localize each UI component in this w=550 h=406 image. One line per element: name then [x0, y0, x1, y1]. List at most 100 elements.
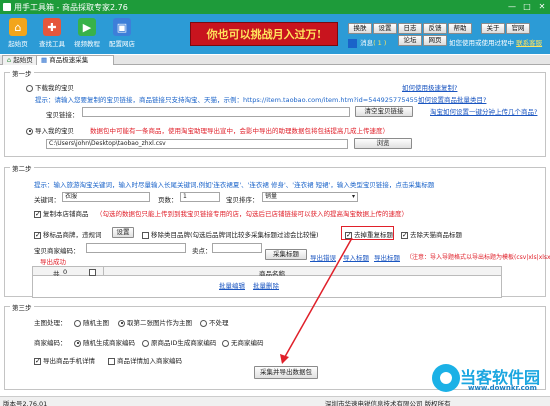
search-tool[interactable]: ✚ 查找工具: [37, 18, 67, 52]
sell-label: 卖点：: [192, 247, 212, 255]
product-grid-body: 批量编辑 批量删除: [32, 276, 502, 298]
log-button[interactable]: 日志: [398, 23, 422, 34]
sell-input[interactable]: [212, 243, 262, 253]
feedback-button[interactable]: 反馈: [423, 23, 447, 34]
merchant-opt-original[interactable]: 原商品ID生成商家编码: [142, 337, 216, 347]
move-sale-row[interactable]: 移标品商牌，违规词: [34, 229, 102, 239]
trans-link[interactable]: 如何设置商品批量类目?: [418, 94, 486, 104]
import-note: （注意：导入导题格式以导出标题为模板(csv|xls|xlsx)）: [406, 254, 550, 261]
app-icon: [3, 3, 11, 11]
keyword-input[interactable]: 衣服: [62, 192, 150, 202]
house-icon: ⌂: [7, 56, 12, 64]
message-label[interactable]: 消息: [360, 39, 373, 47]
copy-checkbox[interactable]: [34, 210, 41, 218]
browse-button[interactable]: 浏览: [354, 138, 412, 149]
message-count: ( 1 ): [373, 39, 387, 47]
move-sale-checkbox[interactable]: [34, 231, 41, 239]
collect-title-button[interactable]: 采集标题: [265, 249, 307, 260]
highlight-box: [341, 226, 394, 240]
move-violation-row[interactable]: 移除类目品牌(勾选后品牌词比较多采集标题过滤会比较慢): [142, 229, 319, 239]
main-img-opt-none[interactable]: 不处理: [200, 317, 229, 327]
copy-hint: （勾选的数据包只能上传到到我宝贝链接专用的店，勾选后已店铺链接可以获入的提高淘宝…: [96, 210, 408, 218]
export-error-link[interactable]: 导出错误: [310, 252, 336, 262]
grid-total-count: 0: [63, 268, 68, 276]
merchant-opt-none[interactable]: 无商家编码: [222, 337, 264, 347]
remove-tmall-checkbox[interactable]: [401, 231, 408, 239]
minimize-button[interactable]: —: [505, 1, 519, 12]
radio-import-row[interactable]: 导入我的宝贝: [26, 125, 74, 135]
clear-link-button[interactable]: 清空宝贝链接: [355, 106, 413, 117]
maximize-button[interactable]: □: [520, 1, 534, 12]
collect-export-button[interactable]: 采集并导出数据包: [254, 366, 318, 379]
settings-button[interactable]: 设置: [373, 23, 397, 34]
sort-label: 宝贝排序：: [226, 196, 259, 204]
search-tools-icon: ✚: [43, 18, 61, 36]
title-bar: 用手工具箱 - 商品採取专家2.76 — □ ✕: [0, 0, 550, 14]
radio-download-row[interactable]: 下载我的宝贝: [26, 82, 74, 92]
tool-label: 查找工具: [39, 40, 65, 48]
keyword-label: 关键词：: [34, 196, 60, 204]
sort-select[interactable]: 销量: [262, 192, 358, 202]
export-mobile-row[interactable]: 导出商品手机详情: [34, 355, 95, 365]
contact-service-link[interactable]: 联系客服: [516, 39, 542, 47]
main-img-label: 主图处理：: [34, 319, 67, 327]
merchant-label: 商家编码：: [34, 339, 67, 347]
import-hint: 数据包中可能有一条商品，使用淘宝助理导出宣中，会影中导出的助理数据包将包括提高几…: [90, 127, 389, 135]
copy-check-row[interactable]: 复制本店铺商品: [34, 208, 89, 218]
step1-hint: 提示：请输入您要复制的宝贝链接，商品链接只支持淘宝、天猫，示例：https://…: [35, 96, 418, 104]
tool-label: 起始页: [8, 40, 28, 48]
step1-legend: 第一步: [10, 68, 34, 78]
pages-input[interactable]: 1: [180, 192, 220, 202]
main-img-opt-second[interactable]: 取第二张图片作为主图: [118, 317, 192, 327]
watermark: 当客软件园 www.downkr.com: [432, 364, 550, 396]
batch-edit-link[interactable]: 批量编辑: [219, 280, 245, 290]
how-to-link[interactable]: 如何使用极速复制?: [402, 82, 457, 92]
forum-button[interactable]: 论坛: [398, 35, 422, 46]
skin-button[interactable]: 换肤: [348, 23, 372, 34]
move-violation-checkbox[interactable]: [142, 231, 149, 239]
close-button[interactable]: ✕: [535, 1, 549, 12]
video-tool[interactable]: ▶ 视频教程: [72, 18, 102, 52]
baby-link-label: 宝贝链接：: [46, 111, 79, 119]
radio-download[interactable]: [26, 84, 33, 92]
tab-fast-collect[interactable]: ▦ 商品极速采集: [36, 55, 114, 65]
tab-start[interactable]: ⌂ 起始页: [2, 55, 38, 65]
import-title-link[interactable]: 导入标题: [343, 252, 369, 262]
grid-icon: ▦: [41, 56, 48, 64]
step2-legend: 第二步: [10, 163, 34, 173]
step2-hint: 提示：输入旅游淘宝关键词，输入时尽量输入长尾关键词,例如'连衣裙夏'、'连衣裙 …: [34, 181, 435, 189]
about-button[interactable]: 关于: [481, 23, 505, 34]
pages-label: 页数：: [158, 196, 178, 204]
product-grid-header: 共 0 商品名称: [32, 266, 502, 278]
watermark-logo-icon: [432, 364, 460, 392]
baby-link-input[interactable]: [82, 107, 350, 117]
main-img-opt-random[interactable]: 随机主图: [74, 317, 109, 327]
help-button[interactable]: 帮助: [448, 23, 472, 34]
batch-delete-link[interactable]: 批量删除: [253, 280, 279, 290]
web-button[interactable]: 网页: [423, 35, 447, 46]
home-tool[interactable]: ⌂ 起始页: [3, 18, 33, 52]
window-title: 用手工具箱 - 商品採取专家2.76: [14, 3, 128, 12]
import-detail-row[interactable]: 商品详情加入商家编码: [108, 355, 182, 365]
settings-small-button[interactable]: 设置: [112, 227, 134, 238]
file-path-input[interactable]: C:\Users\john\Desktop\taobao_zhxl.csv: [46, 139, 348, 149]
message-icon: [348, 38, 357, 48]
remove-tmall-row[interactable]: 去除天猫商品标题: [401, 229, 462, 239]
official-site-button[interactable]: 官网: [506, 23, 530, 34]
step3-legend: 第三步: [10, 302, 34, 312]
export-title-link[interactable]: 导出标题: [374, 252, 400, 262]
status-bar: 版本号2.76.01 深圳市华速电锐信息技术有限公司 版权所有: [0, 396, 550, 406]
store-tool[interactable]: ▣ 配置网店: [107, 18, 137, 52]
merchant-opt-random[interactable]: 随机生成商家编码: [74, 337, 135, 347]
tool-label: 视频教程: [74, 40, 100, 48]
video-icon: ▶: [78, 18, 96, 36]
grid-select-all[interactable]: [89, 268, 96, 276]
company-text: 深圳市华速电锐信息技术有限公司 版权所有: [325, 400, 451, 406]
promo-banner[interactable]: 你也可以挑战月入过万!: [190, 22, 338, 46]
shop-name-label: 宝贝商家编码：: [34, 247, 80, 255]
taobao-link[interactable]: 淘宝如何设置一键分钟上传几个商品?: [430, 106, 537, 116]
shop-name-input[interactable]: [86, 243, 186, 253]
radio-import[interactable]: [26, 127, 33, 135]
watermark-url: www.downkr.com: [468, 384, 537, 392]
store-config-icon: ▣: [113, 18, 131, 36]
